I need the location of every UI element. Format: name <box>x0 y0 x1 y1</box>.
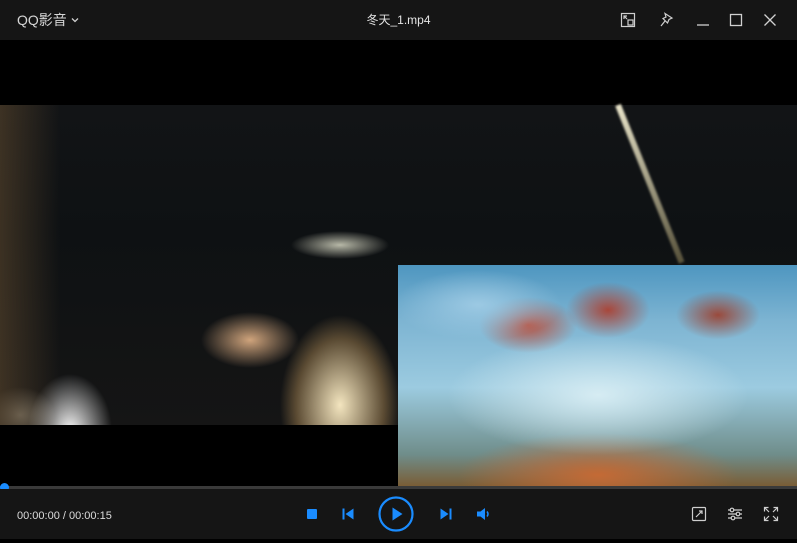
control-bar: 00:00:00 / 00:00:15 <box>0 489 797 539</box>
close-button[interactable] <box>758 8 782 32</box>
minimize-icon <box>697 24 709 26</box>
screenshot-button[interactable] <box>689 504 709 524</box>
video-frame-shade <box>0 105 60 425</box>
volume-button[interactable] <box>474 504 494 524</box>
stop-button[interactable] <box>302 504 322 524</box>
pin-button[interactable] <box>655 8 679 32</box>
minimize-button[interactable] <box>691 8 715 32</box>
close-icon <box>764 14 776 26</box>
mini-mode-icon <box>620 12 636 28</box>
settings-icon <box>728 507 742 521</box>
fullscreen-button[interactable] <box>761 504 781 524</box>
play-button[interactable] <box>378 496 414 532</box>
next-button[interactable] <box>436 504 456 524</box>
settings-button[interactable] <box>725 504 745 524</box>
volume-icon <box>477 508 489 520</box>
previous-icon <box>342 508 354 520</box>
maximize-button[interactable] <box>724 8 748 32</box>
time-display: 00:00:00 / 00:00:15 <box>17 510 112 522</box>
maximize-icon <box>729 13 743 27</box>
video-viewport[interactable] <box>0 40 797 488</box>
next-icon <box>440 508 452 520</box>
video-frame-misty-village <box>398 265 797 488</box>
screenshot-icon <box>691 506 707 522</box>
chevron-down-icon <box>71 18 79 23</box>
app-menu-button[interactable]: QQ影音 <box>17 0 80 40</box>
pin-icon <box>660 12 674 27</box>
video-frame-light-streak <box>615 103 685 264</box>
previous-button[interactable] <box>338 504 358 524</box>
title-bar: QQ影音 冬天_1.mp4 <box>0 0 797 40</box>
mini-mode-button[interactable] <box>616 8 640 32</box>
app-menu-label: QQ影音 <box>17 12 67 28</box>
play-icon <box>378 496 414 532</box>
fullscreen-icon <box>763 506 779 522</box>
stop-icon <box>307 509 317 519</box>
